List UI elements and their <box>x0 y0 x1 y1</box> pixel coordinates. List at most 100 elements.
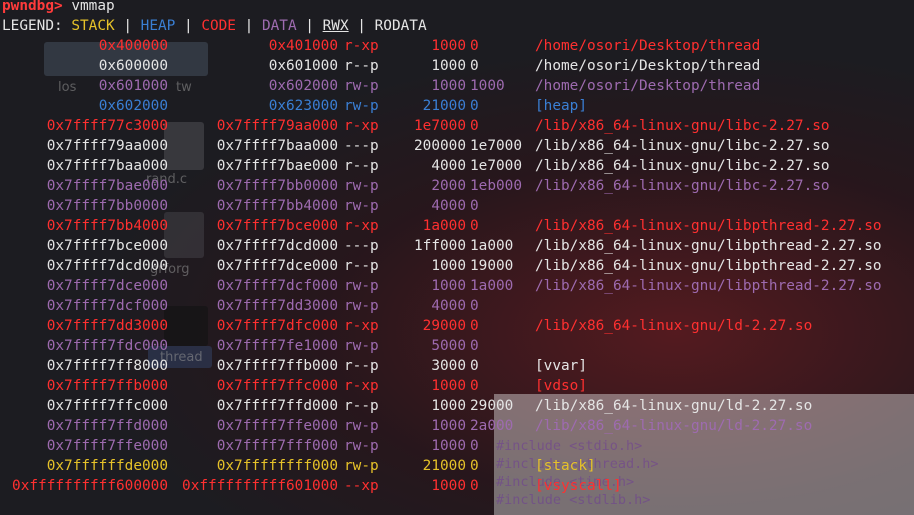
mapping-path: /lib/x86_64-linux-gnu/libc-2.27.so <box>535 178 830 194</box>
mapping-end-address: 0x7ffff79aa000 <box>216 118 338 134</box>
vmmap-row: 0x7ffff7bce000 0x7ffff7dcd000 ---p 1ff000 1a… <box>2 236 882 256</box>
mapping-offset: 1a000 <box>470 238 514 254</box>
mapping-permissions: rw-p <box>344 98 379 114</box>
mapping-offset: 0 <box>470 478 479 494</box>
command-line: pwndbg> vmmap <box>2 0 427 16</box>
vmmap-row: 0x7ffff7dce000 0x7ffff7dcf000 rw-p 1000 1a00… <box>2 276 882 296</box>
vmmap-row: 0x7ffffffde000 0x7ffffffff000 rw-p 21000 0 [s… <box>2 456 596 476</box>
mapping-size: 1000 <box>431 398 466 414</box>
vmmap-row: 0x7ffff7ffb000 0x7ffff7ffc000 r-xp 1000 0 [vd… <box>2 376 587 396</box>
mapping-offset: 0 <box>470 338 479 354</box>
mapping-permissions: r--p <box>344 58 379 74</box>
mapping-end-address: 0x7ffff7fff000 <box>216 438 338 454</box>
legend-code: CODE <box>201 18 236 34</box>
mapping-permissions: rw-p <box>344 438 379 454</box>
vmmap-row: 0x7ffff7bae000 0x7ffff7bb0000 rw-p 2000 1eb0… <box>2 176 830 196</box>
mapping-end-address: 0x7ffff7dcf000 <box>216 278 338 294</box>
mapping-path: /home/osori/Desktop/thread <box>535 38 761 54</box>
mapping-path: /lib/x86_64-linux-gnu/libpthread-2.27.so <box>535 218 882 234</box>
mapping-size: 1000 <box>431 78 466 94</box>
vmmap-row: 0x400000 0x401000 r-xp 1000 0/home/osori/Des… <box>2 36 761 56</box>
legend-stack: STACK <box>71 18 115 34</box>
mapping-size: 3000 <box>431 358 466 374</box>
mapping-end-address: 0x601000 <box>268 58 338 74</box>
mapping-size: 1000 <box>431 378 466 394</box>
legend-rodata: RODATA <box>374 18 427 34</box>
vmmap-row: 0x7ffff79aa000 0x7ffff7baa000 ---p 200000 1e… <box>2 136 830 156</box>
mapping-permissions: r-xp <box>344 218 379 234</box>
mapping-size: 4000 <box>431 198 466 214</box>
mapping-size: 1000 <box>431 278 466 294</box>
terminal-output[interactable]: pwndbg> vmmap LEGEND: STACK | HEAP | COD… <box>2 0 882 496</box>
mapping-end-address: 0x7ffff7bae000 <box>216 158 338 174</box>
mapping-permissions: r--p <box>344 158 379 174</box>
command-text: vmmap <box>71 0 115 14</box>
mapping-start-address: 0x7ffff7bb4000 <box>46 218 168 234</box>
mapping-end-address: 0x7ffff7ffb000 <box>216 358 338 374</box>
mapping-permissions: ---p <box>344 238 379 254</box>
mapping-permissions: r-xp <box>344 378 379 394</box>
vmmap-row: 0x600000 0x601000 r--p 1000 0/home/osori/Des… <box>2 56 761 76</box>
mapping-permissions: r-xp <box>344 38 379 54</box>
mapping-end-address: 0x7ffff7fe1000 <box>216 338 338 354</box>
mapping-path: /lib/x86_64-linux-gnu/libc-2.27.so <box>535 118 830 134</box>
mapping-offset: 0 <box>470 378 479 394</box>
mapping-size: 21000 <box>422 458 466 474</box>
mapping-end-address: 0x7ffff7dcd000 <box>216 238 338 254</box>
mapping-offset: 1e7000 <box>470 138 522 154</box>
mapping-size: 1000 <box>431 478 466 494</box>
mapping-start-address: 0x7ffff7ffe000 <box>46 438 168 454</box>
mapping-path: /lib/x86_64-linux-gnu/libpthread-2.27.so <box>535 278 882 294</box>
mapping-end-address: 0x7ffffffff000 <box>216 458 338 474</box>
mapping-path: [vvar] <box>535 358 587 374</box>
mapping-start-address: 0x7ffff7dcf000 <box>46 298 168 314</box>
mapping-offset: 1000 <box>470 78 505 94</box>
vmmap-row: 0x7ffff7fdc000 0x7ffff7fe1000 rw-p 5000 0 <box>2 336 479 356</box>
mapping-size: 2000 <box>431 178 466 194</box>
vmmap-row: 0x7ffff7baa000 0x7ffff7bae000 r--p 4000 1e70… <box>2 156 830 176</box>
vmmap-row: 0x7ffff7bb0000 0x7ffff7bb4000 rw-p 4000 0 <box>2 196 479 216</box>
mapping-offset: 0 <box>470 98 479 114</box>
mapping-permissions: r-xp <box>344 118 379 134</box>
mapping-end-address: 0x7ffff7bb0000 <box>216 178 338 194</box>
mapping-start-address: 0x7ffff77c3000 <box>46 118 168 134</box>
mapping-start-address: 0x7ffff7bae000 <box>46 178 168 194</box>
vmmap-row: 0x7ffff7ffe000 0x7ffff7fff000 rw-p 1000 0 <box>2 436 479 456</box>
mapping-offset: 0 <box>470 38 479 54</box>
mapping-path: [heap] <box>535 98 587 114</box>
mapping-size: 200000 <box>414 138 466 154</box>
mapping-start-address: 0x602000 <box>98 98 168 114</box>
mapping-path: [vdso] <box>535 378 587 394</box>
mapping-offset: 0 <box>470 58 479 74</box>
mapping-end-address: 0x7ffff7dd3000 <box>216 298 338 314</box>
mapping-offset: 0 <box>470 198 479 214</box>
mapping-start-address: 0x7ffff79aa000 <box>46 138 168 154</box>
mapping-path: /lib/x86_64-linux-gnu/libc-2.27.so <box>535 158 830 174</box>
mapping-path: [stack] <box>535 458 596 474</box>
mapping-path: /home/osori/Desktop/thread <box>535 58 761 74</box>
mapping-end-address: 0x602000 <box>268 78 338 94</box>
vmmap-row: 0x601000 0x602000 rw-p 1000 1000/home/osori/… <box>2 76 761 96</box>
mapping-permissions: rw-p <box>344 298 379 314</box>
mapping-permissions: r--p <box>344 398 379 414</box>
mapping-offset: 0 <box>470 438 479 454</box>
mapping-permissions: r--p <box>344 258 379 274</box>
mapping-path: /lib/x86_64-linux-gnu/ld-2.27.so <box>535 318 813 334</box>
mapping-offset: 0 <box>470 298 479 314</box>
mapping-path: /lib/x86_64-linux-gnu/libpthread-2.27.so <box>535 238 882 254</box>
mapping-size: 1000 <box>431 418 466 434</box>
mapping-offset: 0 <box>470 118 479 134</box>
mapping-path: /lib/x86_64-linux-gnu/ld-2.27.so <box>535 418 813 434</box>
vmmap-row: 0x7ffff77c3000 0x7ffff79aa000 r-xp 1e7000 0 /… <box>2 116 830 136</box>
mapping-end-address: 0x623000 <box>268 98 338 114</box>
mapping-permissions: rw-p <box>344 418 379 434</box>
mapping-size: 5000 <box>431 338 466 354</box>
mapping-offset: 1a000 <box>470 278 514 294</box>
mapping-start-address: 0x7ffff7ffc000 <box>46 398 168 414</box>
mapping-path: /lib/x86_64-linux-gnu/ld-2.27.so <box>535 398 813 414</box>
mapping-size: 1000 <box>431 38 466 54</box>
mapping-start-address: 0x7ffff7baa000 <box>46 158 168 174</box>
mapping-offset: 1e7000 <box>470 158 522 174</box>
vmmap-row: 0x7ffff7dcd000 0x7ffff7dce000 r--p 1000 1900… <box>2 256 882 276</box>
mapping-path: /lib/x86_64-linux-gnu/libc-2.27.so <box>535 138 830 154</box>
